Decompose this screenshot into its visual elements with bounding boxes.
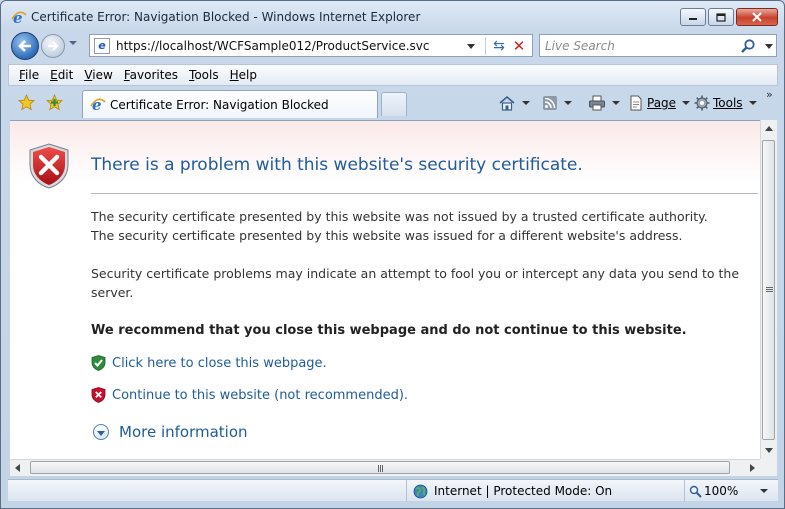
chevron-more-icon[interactable]: » <box>766 88 773 101</box>
new-tab-button[interactable] <box>381 92 407 116</box>
feeds-dropdown-arrow <box>564 101 572 105</box>
page-dropdown-arrow <box>682 101 691 105</box>
scroll-down-arrow[interactable] <box>765 448 773 453</box>
zoom-dropdown-arrow[interactable] <box>760 489 769 493</box>
page-favicon-icon: e <box>94 38 110 54</box>
print-button[interactable] <box>588 93 620 113</box>
vertical-scroll-thumb[interactable] <box>762 140 775 440</box>
forward-button[interactable] <box>41 34 65 58</box>
add-favorites-icon[interactable] <box>46 94 63 111</box>
menu-tools[interactable]: Tools <box>189 68 219 82</box>
ie-logo-icon: e <box>11 10 27 26</box>
forward-arrow-icon <box>48 41 59 51</box>
title-bar: e Certificate Error: Navigation Blocked … <box>1 1 784 31</box>
home-icon <box>499 95 515 111</box>
minimize-button[interactable] <box>680 8 706 26</box>
rss-feed-icon <box>543 96 557 110</box>
search-icon[interactable] <box>740 38 756 54</box>
scroll-left-arrow[interactable] <box>15 464 20 472</box>
green-shield-check-icon <box>91 355 106 371</box>
scrollbar-corner <box>760 459 777 476</box>
search-options-dropdown[interactable] <box>765 44 773 49</box>
recommendation-text: We recommend that you close this webpage… <box>91 323 687 338</box>
minimize-icon <box>689 18 697 20</box>
refresh-icon[interactable]: ⇆ <box>490 37 508 55</box>
address-url[interactable]: https://localhost/WCFSample012/ProductSe… <box>116 39 429 53</box>
home-dropdown-arrow <box>522 101 530 105</box>
page-menu-label: Page <box>647 96 677 110</box>
maximize-button[interactable] <box>708 8 734 26</box>
continue-row: Continue to this website (not recommende… <box>91 387 408 403</box>
security-zone[interactable]: Internet | Protected Mode: On <box>406 480 612 502</box>
horizontal-scrollbar[interactable] <box>10 459 760 476</box>
tools-dropdown-arrow <box>748 101 757 105</box>
window-title: Certificate Error: Navigation Blocked - … <box>31 10 421 24</box>
print-dropdown-arrow <box>612 101 620 105</box>
recent-pages-dropdown[interactable] <box>69 41 77 45</box>
page-menu-button[interactable]: Page <box>628 93 691 113</box>
back-arrow-icon <box>18 40 31 52</box>
tab-command-bar: e Certificate Error: Navigation Blocked <box>8 88 778 118</box>
security-shield-error-icon <box>29 143 69 189</box>
caption-buttons <box>680 8 778 26</box>
home-button[interactable] <box>498 93 530 113</box>
address-dropdown[interactable] <box>467 44 475 49</box>
tab-ie-icon: e <box>90 97 106 113</box>
close-page-row: Click here to close this webpage. <box>91 355 327 371</box>
tab-label: Certificate Error: Navigation Blocked <box>110 98 329 112</box>
reason-line-2: The security certificate presented by th… <box>91 228 683 243</box>
maximize-icon <box>716 12 726 22</box>
menu-file[interactable]: File <box>19 68 39 82</box>
menu-favorites[interactable]: Favorites <box>124 68 178 82</box>
warning-line-1: Security certificate problems may indica… <box>91 266 740 281</box>
warning-line-2: server. <box>91 285 134 300</box>
close-webpage-link[interactable]: Click here to close this webpage. <box>112 356 327 371</box>
menu-help[interactable]: Help <box>230 68 257 82</box>
scroll-up-arrow[interactable] <box>765 126 773 131</box>
tools-menu-button[interactable]: Tools <box>694 93 757 113</box>
continue-to-website-link[interactable]: Continue to this website (not recommende… <box>112 388 408 403</box>
tools-menu-label: Tools <box>713 96 743 110</box>
favorites-star-icon[interactable] <box>18 94 35 111</box>
menu-bar: File Edit View Favorites Tools Help <box>8 64 778 86</box>
internet-globe-icon <box>413 484 428 498</box>
address-bar[interactable]: e https://localhost/WCFSample012/Product… <box>89 34 533 57</box>
search-box <box>539 34 777 57</box>
printer-icon <box>589 95 605 111</box>
zoom-magnifier-icon <box>689 485 702 498</box>
expand-circle-icon[interactable] <box>93 424 109 440</box>
page-icon <box>630 95 642 111</box>
scroll-right-arrow[interactable] <box>750 464 755 472</box>
close-window-button[interactable] <box>736 8 778 26</box>
more-information-row[interactable]: More information <box>93 423 248 441</box>
close-icon <box>752 12 762 22</box>
vertical-scrollbar[interactable] <box>760 120 777 459</box>
more-information-link[interactable]: More information <box>119 423 248 441</box>
stop-icon[interactable]: ✕ <box>510 37 528 55</box>
red-shield-x-icon <box>91 387 106 403</box>
security-zone-label: Internet | Protected Mode: On <box>434 484 613 498</box>
back-button[interactable] <box>11 32 39 60</box>
heading-divider <box>91 193 758 194</box>
page-content: There is a problem with this website's s… <box>10 120 760 459</box>
gear-icon <box>694 95 710 111</box>
page-heading: There is a problem with this website's s… <box>91 155 583 175</box>
horizontal-scroll-thumb[interactable] <box>30 461 730 474</box>
ie-window: e Certificate Error: Navigation Blocked … <box>0 0 785 509</box>
search-input[interactable] <box>542 37 732 54</box>
tab-certificate-error[interactable]: e Certificate Error: Navigation Blocked <box>82 90 378 118</box>
navigation-bar: e https://localhost/WCFSample012/Product… <box>1 31 784 61</box>
zoom-level: 100% <box>704 484 739 498</box>
address-separator <box>485 37 486 55</box>
status-bar: Internet | Protected Mode: On 100% <box>8 479 778 502</box>
zoom-control[interactable]: 100% <box>684 480 769 502</box>
reason-line-1: The security certificate presented by th… <box>91 209 708 224</box>
feeds-button[interactable] <box>542 93 572 113</box>
menu-edit[interactable]: Edit <box>50 68 73 82</box>
menu-view[interactable]: View <box>84 68 112 82</box>
